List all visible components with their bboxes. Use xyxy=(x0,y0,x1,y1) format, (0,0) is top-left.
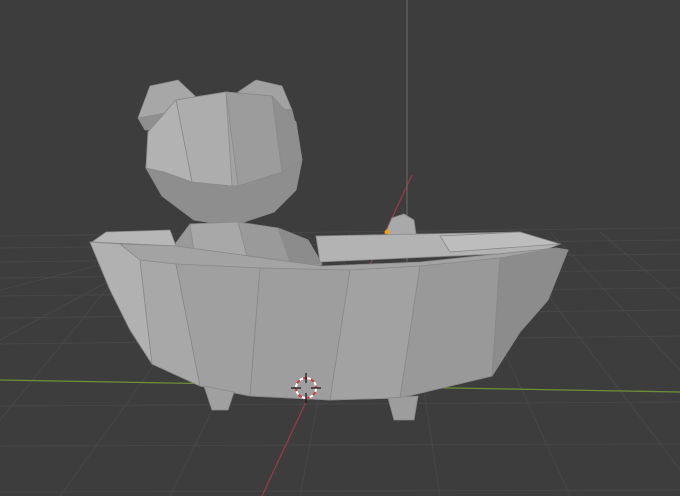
duck-eye xyxy=(384,229,390,235)
3d-viewport[interactable] xyxy=(0,0,680,496)
bathtub-mesh[interactable] xyxy=(89,229,569,421)
viewport-canvas[interactable] xyxy=(0,0,680,496)
